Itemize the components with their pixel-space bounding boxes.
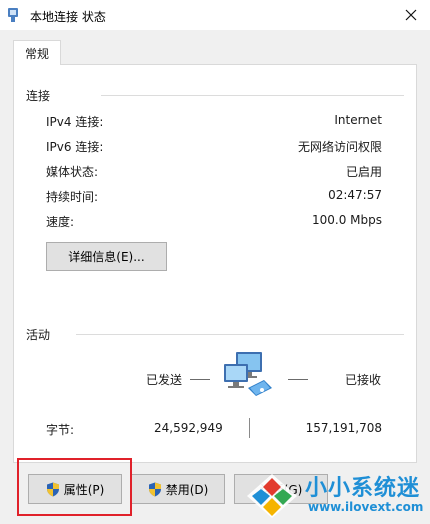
tab-strip bbox=[0, 30, 430, 64]
tab-general-label: 常规 bbox=[24, 46, 49, 61]
ipv6-value: 无网络访问权限 bbox=[297, 140, 382, 154]
network-activity-icon bbox=[224, 352, 272, 396]
close-button[interactable] bbox=[392, 0, 430, 30]
watermark-logo-icon bbox=[247, 474, 297, 518]
watermark: 小小系统迷 www.ilovext.com bbox=[233, 468, 430, 524]
disable-button-label: 禁用(D) bbox=[165, 482, 209, 497]
details-button-label: 详细信息(E)... bbox=[68, 250, 145, 264]
properties-highlight-box bbox=[17, 458, 132, 516]
window-title: 本地连接 状态 bbox=[30, 10, 106, 24]
media-state-label: 媒体状态: bbox=[46, 165, 99, 179]
duration-value: 02:47:57 bbox=[328, 188, 382, 202]
network-adapter-icon bbox=[8, 8, 18, 22]
close-icon bbox=[405, 9, 417, 21]
speed-label: 速度: bbox=[46, 215, 75, 229]
tab-general[interactable]: 常规 bbox=[13, 40, 61, 65]
bytes-label: 字节: bbox=[46, 423, 75, 437]
ipv4-value: Internet bbox=[334, 113, 382, 127]
watermark-name: 小小系统迷 bbox=[305, 476, 421, 501]
ipv6-label: IPv6 连接: bbox=[46, 140, 104, 154]
activity-group-label: 活动 bbox=[26, 328, 51, 342]
disable-button[interactable]: 禁用(D) bbox=[131, 474, 225, 504]
received-label: 已接收 bbox=[345, 373, 382, 387]
ipv4-label: IPv4 连接: bbox=[46, 115, 104, 129]
shield-icon bbox=[148, 482, 161, 496]
sent-dash bbox=[190, 379, 210, 380]
speed-value: 100.0 Mbps bbox=[311, 213, 382, 227]
sent-label: 已发送 bbox=[146, 373, 183, 387]
bytes-received-value: 157,191,708 bbox=[305, 421, 382, 435]
connection-group-label: 连接 bbox=[26, 89, 51, 103]
watermark-url: www.ilovext.com bbox=[308, 500, 424, 514]
connection-group-divider bbox=[101, 95, 404, 96]
details-button[interactable]: 详细信息(E)... bbox=[46, 242, 167, 271]
media-state-value: 已启用 bbox=[345, 165, 382, 179]
bytes-sent-value: 24,592,949 bbox=[154, 421, 223, 435]
window-frame-right bbox=[417, 30, 430, 524]
activity-group-divider bbox=[76, 334, 404, 335]
received-dash bbox=[288, 379, 308, 380]
duration-label: 持续时间: bbox=[46, 190, 99, 204]
bytes-separator bbox=[249, 418, 250, 438]
window-frame-left bbox=[0, 30, 13, 524]
title-bar: 本地连接 状态 bbox=[0, 0, 430, 30]
